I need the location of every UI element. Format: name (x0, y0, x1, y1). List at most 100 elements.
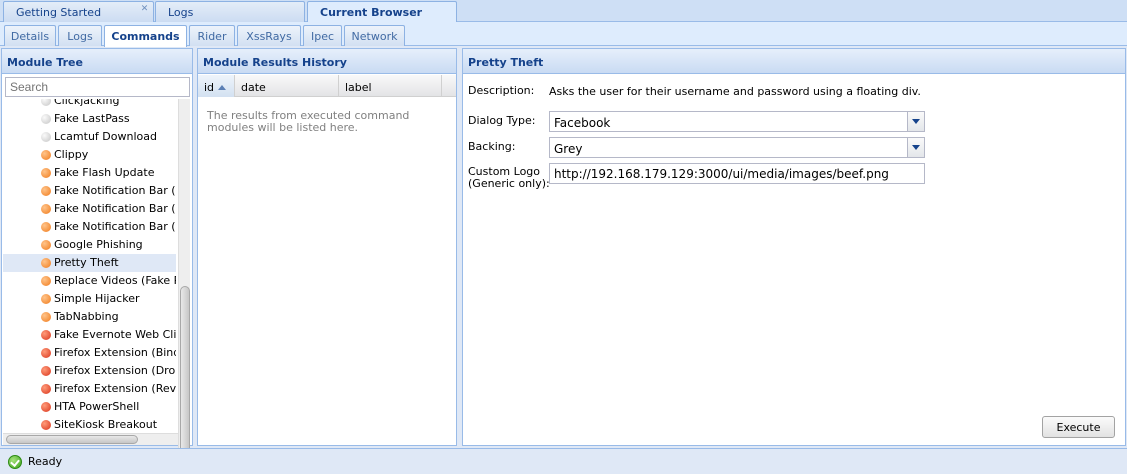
check-icon (8, 455, 22, 469)
custom-logo-input[interactable]: http://192.168.179.129:3000/ui/media/ima… (549, 163, 925, 184)
description-label: Description: (468, 84, 535, 97)
column-header-label[interactable]: label (339, 75, 442, 97)
status-dot-icon (41, 420, 51, 430)
status-dot-icon (41, 114, 51, 124)
column-header-id[interactable]: id (198, 75, 235, 97)
tree-item-pretty-theft[interactable]: Pretty Theft (3, 254, 176, 272)
tab-label: Logs (168, 6, 194, 19)
tree-item-lcamtuf-download[interactable]: Lcamtuf Download (3, 128, 176, 146)
status-dot-icon (41, 312, 51, 322)
tree-item-label: Firefox Extension (Droppe (54, 364, 176, 377)
scrollbar-thumb[interactable] (180, 286, 190, 456)
tab-details[interactable]: Details (4, 25, 56, 46)
tab-label: Details (10, 30, 50, 43)
module-tree-title: Module Tree (2, 49, 192, 74)
tree-item-label: Fake LastPass (54, 112, 130, 125)
top-tab-strip: Getting Started ✕ Logs Current Browser (0, 0, 1127, 23)
sub-tab-strip: Details Logs Commands Rider XssRays Ipec… (0, 22, 1127, 47)
tab-logs[interactable]: Logs (155, 1, 305, 22)
tab-commands[interactable]: Commands (104, 25, 187, 47)
module-detail-panel: Pretty Theft Description: Asks the user … (462, 48, 1126, 446)
vertical-scrollbar[interactable] (178, 99, 190, 474)
column-header-date[interactable]: date (235, 75, 339, 97)
module-tree: Clickjacking Fake LastPass Lcamtuf Downl… (3, 99, 176, 433)
tab-network[interactable]: Network (344, 25, 405, 46)
module-title: Pretty Theft (463, 49, 1125, 74)
tree-item-label: SiteKiosk Breakout (54, 418, 158, 431)
tree-item-firefox-dropper[interactable]: Firefox Extension (Droppe (3, 362, 176, 380)
backing-value: Grey (554, 142, 583, 156)
tree-item-fake-lastpass[interactable]: Fake LastPass (3, 110, 176, 128)
column-label: date (241, 81, 266, 94)
backing-label: Backing: (468, 140, 516, 153)
dialog-type-label: Dialog Type: (468, 114, 536, 127)
status-dot-icon (41, 99, 51, 106)
tab-ipec[interactable]: Ipec (303, 25, 342, 46)
custom-logo-label: Custom Logo (Generic only): (468, 166, 550, 190)
tree-item-tabnabbing[interactable]: TabNabbing (3, 308, 176, 326)
tree-item-label: Clippy (54, 148, 89, 161)
custom-logo-value: http://192.168.179.129:3000/ui/media/ima… (554, 167, 889, 181)
status-dot-icon (41, 294, 51, 304)
status-dot-icon (41, 258, 51, 268)
chevron-down-icon[interactable] (907, 112, 924, 131)
status-dot-icon (41, 150, 51, 160)
tree-item-label: HTA PowerShell (54, 400, 140, 413)
tree-item-label: Replace Videos (Fake Plu (54, 274, 176, 287)
backing-select[interactable]: Grey (549, 137, 925, 158)
description-text: Asks the user for their username and pas… (549, 85, 921, 98)
tree-item-firefox-reverse[interactable]: Firefox Extension (Revers (3, 380, 176, 398)
tree-item-label: Fake Notification Bar (Chr (54, 184, 176, 197)
tree-item-clickjacking[interactable]: Clickjacking (3, 99, 176, 110)
status-dot-icon (41, 204, 51, 214)
tree-item-firefox-bindshell[interactable]: Firefox Extension (Bindsh (3, 344, 176, 362)
tree-item-fake-evernote[interactable]: Fake Evernote Web Clippe (3, 326, 176, 344)
tree-item-label: Firefox Extension (Revers (54, 382, 176, 395)
execute-button[interactable]: Execute (1042, 416, 1115, 438)
tab-logs-sub[interactable]: Logs (58, 25, 102, 46)
column-label: label (345, 81, 372, 94)
tree-item-label: Pretty Theft (54, 256, 119, 269)
status-dot-icon (41, 132, 51, 142)
status-bar: Ready (0, 448, 1127, 474)
tab-label: Network (351, 30, 398, 43)
execute-label: Execute (1056, 421, 1101, 434)
tab-current-browser[interactable]: Current Browser (307, 1, 457, 23)
tab-label: Current Browser (320, 6, 423, 19)
status-dot-icon (41, 186, 51, 196)
tab-label: XssRays (246, 30, 292, 43)
status-dot-icon (41, 384, 51, 394)
search-input[interactable] (5, 77, 190, 97)
tree-item-fake-notification-ie[interactable]: Fake Notification Bar (IE) (3, 218, 176, 236)
tab-rider[interactable]: Rider (189, 25, 235, 46)
status-dot-icon (41, 402, 51, 412)
results-grid-header: id date label (198, 75, 456, 97)
status-dot-icon (41, 168, 51, 178)
tree-item-fake-notification-firefox[interactable]: Fake Notification Bar (Fire (3, 200, 176, 218)
results-history-panel: Module Results History id date label The… (197, 48, 457, 446)
tree-item-label: Google Phishing (54, 238, 143, 251)
tree-item-label: Fake Evernote Web Clippe (54, 328, 176, 341)
tab-label: Commands (111, 30, 180, 43)
tree-item-fake-notification-chrome[interactable]: Fake Notification Bar (Chr (3, 182, 176, 200)
tree-item-google-phishing[interactable]: Google Phishing (3, 236, 176, 254)
status-dot-icon (41, 240, 51, 250)
tree-item-sitekiosk-breakout[interactable]: SiteKiosk Breakout (3, 416, 176, 433)
custom-logo-label-line: (Generic only): (468, 177, 550, 190)
tab-xssrays[interactable]: XssRays (237, 25, 301, 46)
dialog-type-select[interactable]: Facebook (549, 111, 925, 132)
close-icon[interactable]: ✕ (140, 5, 149, 14)
module-tree-panel: Module Tree Clickjacking Fake LastPass L… (1, 48, 193, 474)
tree-item-simple-hijacker[interactable]: Simple Hijacker (3, 290, 176, 308)
tab-getting-started[interactable]: Getting Started ✕ (3, 1, 154, 22)
tree-item-label: Lcamtuf Download (54, 130, 157, 143)
chevron-down-icon[interactable] (907, 138, 924, 157)
status-dot-icon (41, 330, 51, 340)
column-label: id (204, 81, 215, 94)
horizontal-scrollbar[interactable] (3, 433, 178, 445)
tree-item-clippy[interactable]: Clippy (3, 146, 176, 164)
scrollbar-thumb[interactable] (6, 435, 138, 444)
tree-item-replace-videos[interactable]: Replace Videos (Fake Plu (3, 272, 176, 290)
tree-item-fake-flash-update[interactable]: Fake Flash Update (3, 164, 176, 182)
tree-item-hta-powershell[interactable]: HTA PowerShell (3, 398, 176, 416)
